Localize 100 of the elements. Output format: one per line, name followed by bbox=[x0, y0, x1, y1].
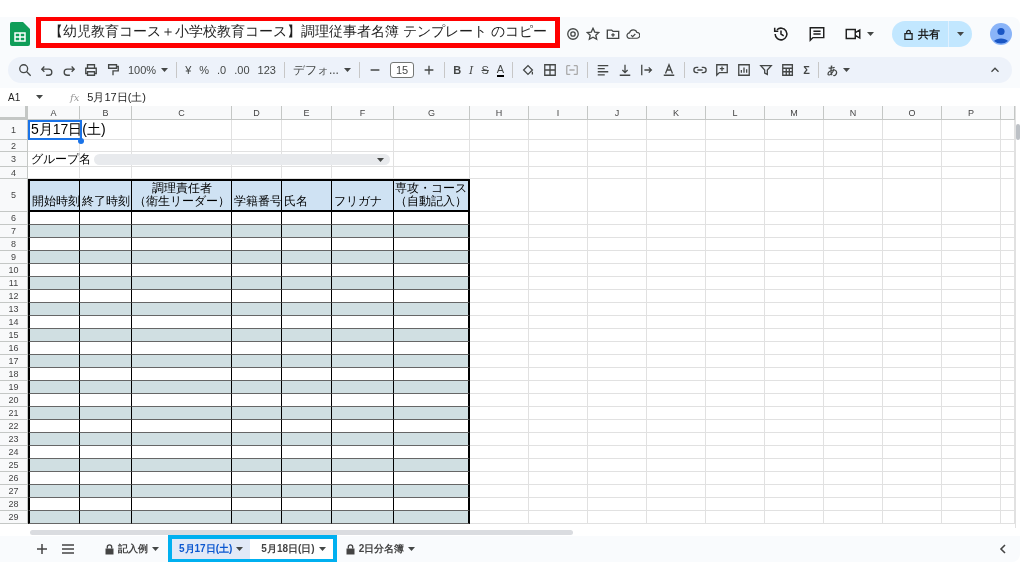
table-cell[interactable] bbox=[132, 277, 232, 290]
undo-icon[interactable] bbox=[40, 63, 54, 77]
cell-reference-field[interactable]: A1 bbox=[8, 91, 21, 103]
table-cell[interactable] bbox=[232, 407, 282, 420]
search-icon[interactable] bbox=[18, 63, 32, 77]
table-cell[interactable] bbox=[282, 316, 332, 329]
row-number[interactable]: 11 bbox=[0, 277, 28, 290]
row-number[interactable]: 21 bbox=[0, 407, 28, 420]
table-cell[interactable] bbox=[332, 511, 394, 524]
column-header[interactable]: E bbox=[282, 106, 332, 120]
table-cell[interactable] bbox=[332, 342, 394, 355]
table-cell[interactable] bbox=[332, 251, 394, 264]
table-cell[interactable] bbox=[232, 212, 282, 225]
table-cell[interactable] bbox=[132, 420, 232, 433]
table-cell[interactable] bbox=[28, 420, 80, 433]
row-number[interactable]: 27 bbox=[0, 485, 28, 498]
table-cell[interactable] bbox=[282, 355, 332, 368]
paint-roller-icon[interactable] bbox=[106, 63, 120, 77]
table-cell[interactable] bbox=[132, 316, 232, 329]
column-header[interactable]: M bbox=[765, 106, 824, 120]
table-cell[interactable] bbox=[232, 381, 282, 394]
table-cell[interactable] bbox=[282, 368, 332, 381]
table-cell[interactable] bbox=[394, 459, 470, 472]
row-number[interactable]: 8 bbox=[0, 238, 28, 251]
table-cell[interactable] bbox=[232, 251, 282, 264]
table-cell[interactable] bbox=[28, 316, 80, 329]
table-cell[interactable] bbox=[28, 472, 80, 485]
filter-icon[interactable] bbox=[759, 63, 774, 77]
table-cell[interactable] bbox=[332, 277, 394, 290]
sheet-tab[interactable]: 記入例 bbox=[98, 539, 166, 559]
table-cell[interactable] bbox=[394, 238, 470, 251]
table-cell[interactable] bbox=[80, 381, 132, 394]
table-cell[interactable] bbox=[28, 394, 80, 407]
table-cell[interactable] bbox=[282, 433, 332, 446]
borders-icon[interactable] bbox=[543, 63, 558, 77]
row-number[interactable]: 4 bbox=[0, 167, 28, 179]
table-cell[interactable] bbox=[394, 225, 470, 238]
table-cell[interactable] bbox=[132, 212, 232, 225]
table-cell[interactable] bbox=[232, 446, 282, 459]
table-cell[interactable] bbox=[80, 277, 132, 290]
table-cell[interactable] bbox=[282, 381, 332, 394]
table-cell[interactable] bbox=[282, 329, 332, 342]
table-cell[interactable] bbox=[394, 381, 470, 394]
table-cell[interactable] bbox=[232, 485, 282, 498]
row-number[interactable]: 9 bbox=[0, 251, 28, 264]
table-cell[interactable] bbox=[80, 342, 132, 355]
add-sheet-icon[interactable] bbox=[36, 543, 48, 555]
table-cell[interactable] bbox=[28, 303, 80, 316]
functions-icon[interactable] bbox=[781, 63, 796, 77]
italic-button[interactable]: I bbox=[469, 63, 474, 77]
table-cell[interactable] bbox=[80, 329, 132, 342]
column-header[interactable]: B bbox=[80, 106, 132, 120]
table-cell[interactable] bbox=[80, 212, 132, 225]
table-cell[interactable] bbox=[80, 459, 132, 472]
scrollbar-thumb[interactable] bbox=[1016, 124, 1020, 140]
table-cell[interactable] bbox=[394, 342, 470, 355]
row-number[interactable]: 10 bbox=[0, 264, 28, 277]
table-cell[interactable] bbox=[332, 446, 394, 459]
row-number[interactable]: 25 bbox=[0, 459, 28, 472]
table-cell[interactable] bbox=[28, 342, 80, 355]
table-cell[interactable] bbox=[28, 329, 80, 342]
table-cell[interactable] bbox=[332, 407, 394, 420]
row-number[interactable]: 15 bbox=[0, 329, 28, 342]
table-cell[interactable] bbox=[332, 290, 394, 303]
table-cell[interactable] bbox=[80, 446, 132, 459]
table-cell[interactable] bbox=[282, 472, 332, 485]
row-number[interactable]: 12 bbox=[0, 290, 28, 303]
table-cell[interactable] bbox=[232, 342, 282, 355]
table-cell[interactable] bbox=[282, 212, 332, 225]
table-cell[interactable] bbox=[132, 511, 232, 524]
table-cell[interactable] bbox=[132, 355, 232, 368]
column-header[interactable]: I bbox=[529, 106, 588, 120]
table-cell[interactable] bbox=[28, 485, 80, 498]
row-number[interactable]: 23 bbox=[0, 433, 28, 446]
table-cell[interactable] bbox=[232, 420, 282, 433]
row-number[interactable]: 22 bbox=[0, 420, 28, 433]
table-cell[interactable] bbox=[332, 498, 394, 511]
row-number[interactable]: 16 bbox=[0, 342, 28, 355]
table-cell[interactable] bbox=[232, 225, 282, 238]
table-cell[interactable] bbox=[282, 238, 332, 251]
table-cell[interactable] bbox=[232, 511, 282, 524]
number-format-button[interactable]: 123 bbox=[257, 64, 276, 76]
table-cell[interactable] bbox=[394, 251, 470, 264]
table-cell[interactable] bbox=[80, 290, 132, 303]
table-cell[interactable] bbox=[332, 329, 394, 342]
table-cell[interactable] bbox=[282, 342, 332, 355]
column-header[interactable]: H bbox=[470, 106, 529, 120]
table-cell[interactable] bbox=[394, 407, 470, 420]
table-cell[interactable] bbox=[394, 290, 470, 303]
merge-cells-icon[interactable] bbox=[565, 63, 580, 77]
cloud-check-icon[interactable] bbox=[625, 27, 640, 41]
table-cell[interactable] bbox=[132, 342, 232, 355]
table-cell[interactable] bbox=[28, 368, 80, 381]
column-header[interactable]: L bbox=[706, 106, 765, 120]
menu-icon[interactable] bbox=[62, 544, 74, 554]
table-cell[interactable] bbox=[132, 485, 232, 498]
table-cell[interactable] bbox=[80, 498, 132, 511]
table-cell[interactable] bbox=[394, 511, 470, 524]
table-cell[interactable] bbox=[394, 277, 470, 290]
table-cell[interactable] bbox=[232, 316, 282, 329]
